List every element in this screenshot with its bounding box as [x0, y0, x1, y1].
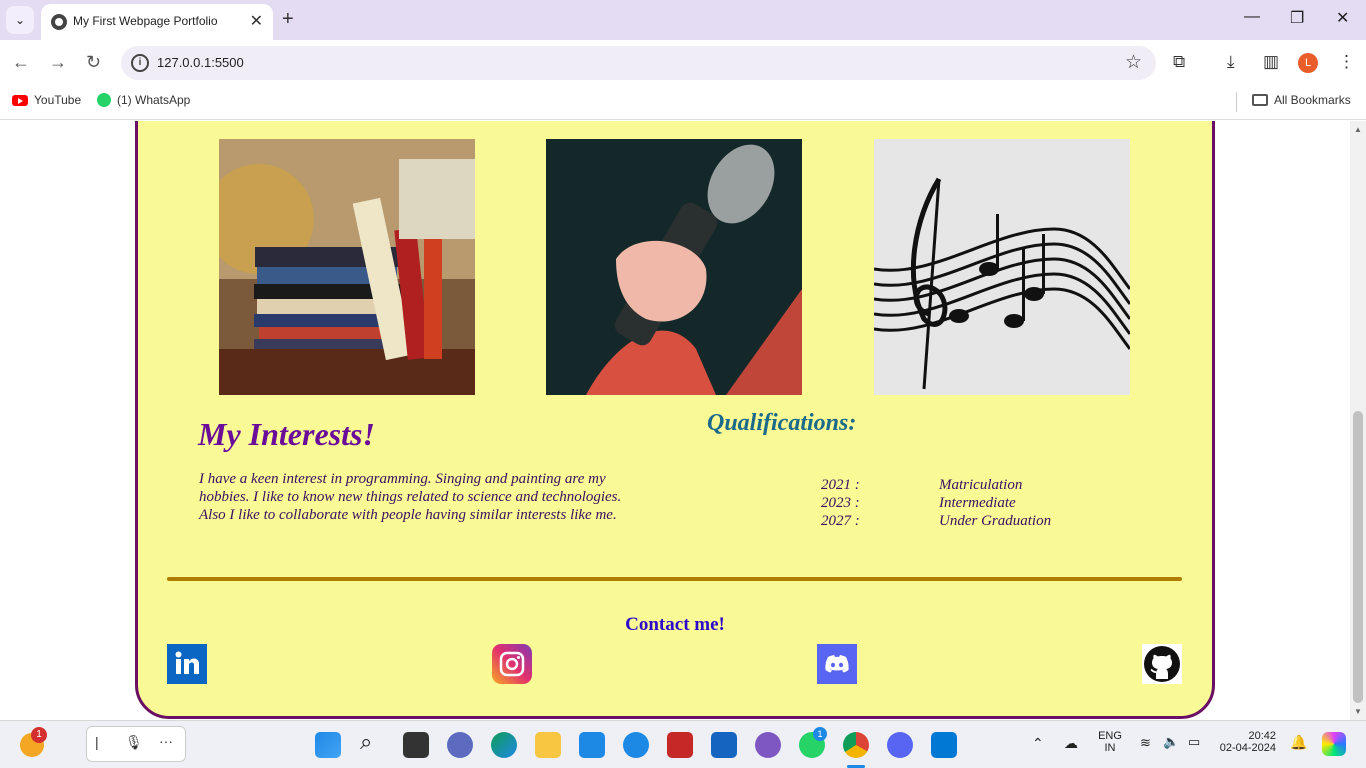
qualification-name: Matriculation: [939, 477, 1023, 493]
cloud-sync-icon[interactable]: ☁: [1064, 735, 1078, 752]
qualification-year: 2027 :: [821, 513, 860, 529]
chrome-icon[interactable]: [843, 732, 869, 758]
download-icon[interactable]: ⤓: [1227, 52, 1235, 72]
qualification-year: 2023 :: [821, 495, 860, 511]
mcafee-icon[interactable]: [667, 732, 693, 758]
wifi-icon[interactable]: ≋: [1140, 735, 1151, 751]
profile-avatar[interactable]: L: [1298, 53, 1318, 73]
section-divider: [167, 577, 1182, 581]
music-notes-photo: [874, 139, 1130, 395]
scroll-up-icon[interactable]: ▲: [1354, 125, 1362, 134]
github-icon[interactable]: [1142, 644, 1182, 684]
new-tab-button[interactable]: +: [282, 8, 294, 31]
bookmark-label: (1) WhatsApp: [117, 93, 191, 107]
linkedin-icon[interactable]: [167, 644, 207, 684]
windows-taskbar: 1 | 🎙 ··· ⌕ 1 ⌃ ☁ ENG IN ≋ 🔈 ▭ 20:42 02-…: [0, 720, 1366, 768]
scroll-down-icon[interactable]: ▼: [1354, 707, 1362, 716]
tab-search-button[interactable]: ⌄: [6, 6, 34, 34]
bookmark-label: YouTube: [34, 93, 82, 107]
bookmarks-bar: YouTube (1) WhatsApp All Bookmarks: [0, 86, 1366, 120]
copilot-pre-icon[interactable]: [1322, 732, 1346, 756]
cursor-bar-icon: |: [95, 734, 99, 750]
copilot-icon[interactable]: [755, 732, 781, 758]
close-window-icon[interactable]: ✕: [1336, 8, 1349, 28]
edge-icon[interactable]: [491, 732, 517, 758]
tab-strip: ⌄ My First Webpage Portfolio ✕ + — ❐ ✕: [0, 0, 1366, 40]
scrollbar-thumb[interactable]: [1353, 411, 1363, 703]
language-indicator[interactable]: ENG IN: [1094, 730, 1126, 754]
bookmark-youtube[interactable]: YouTube: [12, 93, 81, 107]
restore-icon[interactable]: ❐: [1290, 8, 1304, 28]
interests-heading: My Interests!: [198, 416, 375, 452]
bookmark-star-icon[interactable]: ☆: [1125, 51, 1142, 74]
bookmarks-separator: [1236, 92, 1237, 112]
discord-taskbar-icon[interactable]: [887, 732, 913, 758]
meet-icon[interactable]: [447, 732, 473, 758]
task-view-icon[interactable]: [403, 732, 429, 758]
start-button-icon[interactable]: [315, 732, 341, 758]
qualification-name: Intermediate: [939, 495, 1016, 511]
minimize-icon[interactable]: —: [1244, 8, 1260, 26]
voice-access-widget[interactable]: | 🎙 ···: [86, 726, 186, 762]
page-scrollbar[interactable]: ▲ ▼: [1350, 121, 1366, 720]
url-text[interactable]: 127.0.0.1:5500: [157, 55, 244, 70]
address-bar[interactable]: i 127.0.0.1:5500 ☆: [121, 46, 1156, 80]
page-viewport: My Interests! I have a keen interest in …: [0, 121, 1350, 720]
qualification-name: Under Graduation: [939, 513, 1052, 529]
show-hidden-icons[interactable]: ⌃: [1032, 735, 1044, 752]
qualification-year: 2021 :: [821, 477, 860, 493]
region-code: IN: [1104, 742, 1116, 754]
notification-bell-icon[interactable]: 🔔: [1290, 734, 1307, 751]
browser-toolbar: ← → ↻ i 127.0.0.1:5500 ☆ ⧉ ⤓ ▥ ⋮: [0, 40, 1366, 86]
notification-badge: 1: [31, 727, 47, 743]
whatsapp-icon: [97, 93, 111, 107]
clock-time: 20:42: [1248, 730, 1276, 742]
bookmark-whatsapp[interactable]: (1) WhatsApp: [97, 93, 190, 107]
interests-paragraph: I have a keen interest in programming. S…: [199, 471, 622, 523]
file-explorer-icon[interactable]: [535, 732, 561, 758]
menu-icon[interactable]: ⋮: [1338, 52, 1355, 72]
contact-heading: Contact me!: [625, 614, 725, 635]
clock-date: 02-04-2024: [1219, 742, 1276, 754]
more-icon[interactable]: ···: [159, 733, 173, 749]
instagram-icon[interactable]: [492, 644, 532, 684]
myhp-icon[interactable]: [579, 732, 605, 758]
globe-icon: [51, 14, 67, 30]
microphone-icon[interactable]: 🎙: [125, 734, 143, 751]
tab-title: My First Webpage Portfolio: [73, 14, 218, 28]
back-icon[interactable]: ←: [12, 52, 30, 73]
side-panel-icon[interactable]: ▥: [1263, 52, 1279, 72]
get-help-icon[interactable]: [623, 732, 649, 758]
search-icon[interactable]: ⌕: [360, 729, 372, 755]
microphone-photo: [546, 139, 802, 395]
all-bookmarks-button[interactable]: All Bookmarks: [1252, 93, 1351, 107]
battery-icon[interactable]: ▭: [1188, 734, 1200, 750]
all-bookmarks-label: All Bookmarks: [1274, 93, 1351, 107]
vscode-icon[interactable]: [931, 732, 957, 758]
books-photo: [219, 139, 475, 395]
active-tab[interactable]: My First Webpage Portfolio ✕: [41, 4, 273, 40]
whatsapp-badge: 1: [813, 727, 827, 741]
language-code: ENG: [1098, 730, 1122, 742]
microsoft-store-icon[interactable]: [711, 732, 737, 758]
discord-icon[interactable]: [817, 644, 857, 684]
reload-icon[interactable]: ↻: [86, 52, 101, 73]
clock[interactable]: 20:42 02-04-2024: [1212, 730, 1276, 754]
site-info-icon[interactable]: i: [131, 54, 149, 72]
extensions-icon[interactable]: ⧉: [1173, 52, 1185, 72]
qualifications-heading: Qualifications:: [707, 410, 857, 436]
folder-icon: [1252, 94, 1268, 106]
youtube-icon: [12, 94, 28, 106]
volume-icon[interactable]: 🔈: [1163, 734, 1179, 750]
close-tab-icon[interactable]: ✕: [250, 11, 263, 31]
forward-icon[interactable]: →: [49, 52, 67, 73]
